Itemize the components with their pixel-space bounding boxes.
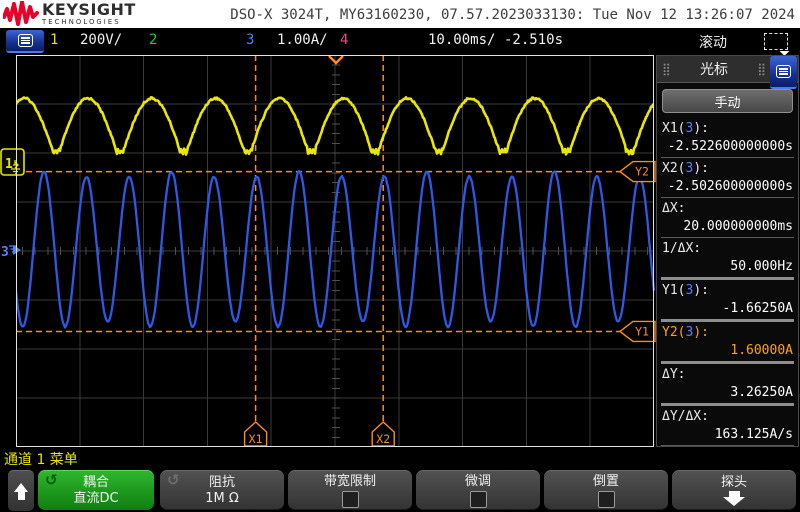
panel-menu-button[interactable] xyxy=(770,56,797,89)
panel-title: 光标 xyxy=(700,62,728,78)
menu-back-button[interactable] xyxy=(8,470,34,511)
bw-limit-checkbox[interactable] xyxy=(341,490,359,508)
brand-text: KEYSIGHT TECHNOLOGIES xyxy=(42,2,136,26)
y2-cursor-tag-label: Y2 xyxy=(635,165,649,179)
brand-sub: TECHNOLOGIES xyxy=(42,18,121,26)
acquisition-mode: 滚动 xyxy=(699,35,727,51)
list-menu-icon xyxy=(776,65,791,78)
fine-adjust-softkey[interactable]: 微调 xyxy=(416,470,540,510)
rotate-select-icon: ↺ xyxy=(167,471,180,489)
cursor-field-dy: ΔY: 3.26250A xyxy=(657,365,798,406)
impedance-softkey[interactable]: ↺ 阻抗 1M Ω xyxy=(160,470,284,510)
dy-dx-value: 163.125A/s xyxy=(714,427,793,442)
keysight-logo-icon xyxy=(3,1,39,26)
channel-bar: 1 200V/ 2 3 1.00A/ 4 10.00ms/ -2.510s 滚动 xyxy=(0,28,800,56)
fine-adjust-checkbox[interactable] xyxy=(469,490,487,508)
ch1-ground-marker[interactable]: 1 xyxy=(0,148,25,176)
y2-value: 1.60000A xyxy=(730,343,793,358)
instrument-status-line: DSO-X 3024T, MY63160230, 07.57.202303313… xyxy=(230,7,795,23)
ch3-number[interactable]: 3 xyxy=(246,32,254,48)
y1-cursor-tag-label: Y1 xyxy=(635,324,649,338)
softkey-menu: 通道 1 菜单 ↺ 耦合 直流DC ↺ 阻抗 1M Ω 带宽限制 微调 倒置 探 xyxy=(0,447,800,512)
svg-text:3: 3 xyxy=(1,245,9,260)
list-menu-icon xyxy=(17,34,33,47)
cursor-field-x2: X2(3): -2.502600000000s xyxy=(657,159,798,198)
menu-title: 通道 1 菜单 xyxy=(4,452,78,468)
ch1-scale[interactable]: 200V/ xyxy=(80,32,122,48)
down-arrow-icon xyxy=(723,491,745,506)
x1-cursor-tag-label: X1 xyxy=(249,432,263,446)
rotate-select-icon: ↺ xyxy=(45,471,58,489)
ch3-scale[interactable]: 1.00A/ xyxy=(277,32,328,48)
titlebar: KEYSIGHT TECHNOLOGIES DSO-X 3024T, MY631… xyxy=(0,0,800,28)
cursor-panel: ⣿ 光标 ⣿ 手动 X1(3): -2.522600000000s X2(3):… xyxy=(656,55,799,447)
cursor-field-y1: Y1(3): -1.66250A xyxy=(657,281,798,322)
up-arrow-icon xyxy=(14,482,28,492)
x2-value: -2.502600000000s xyxy=(667,179,793,194)
bw-limit-softkey[interactable]: 带宽限制 xyxy=(288,470,412,510)
drag-handle-left[interactable]: ⣿ xyxy=(657,62,676,76)
cursor-field-x1: X1(3): -2.522600000000s xyxy=(657,119,798,158)
cursor-mode-button[interactable]: 手动 xyxy=(662,89,793,113)
ch4-number[interactable]: 4 xyxy=(340,32,348,48)
coupling-softkey[interactable]: ↺ 耦合 直流DC xyxy=(38,470,154,510)
cursor-field-dx: ΔX: 20.000000000ms xyxy=(657,199,798,238)
x2-cursor-tag-label: X2 xyxy=(376,432,390,446)
oscilloscope-screen: KEYSIGHT TECHNOLOGIES DSO-X 3024T, MY631… xyxy=(0,0,800,512)
main-menu-button[interactable] xyxy=(6,30,44,53)
y1-value: -1.66250A xyxy=(722,301,793,316)
scope-display: X1 X2 Y2 Y1 1 3 xyxy=(0,55,656,447)
delay-setting[interactable]: -2.510s xyxy=(504,32,563,48)
dy-value: 3.26250A xyxy=(730,385,793,400)
inv-dx-value: 50.000Hz xyxy=(730,259,793,274)
invert-checkbox[interactable] xyxy=(597,490,615,508)
x1-value: -2.522600000000s xyxy=(667,139,793,154)
dx-value: 20.000000000ms xyxy=(683,219,793,234)
ch2-number[interactable]: 2 xyxy=(149,32,157,48)
cursor-field-inv-dx: 1/ΔX: 50.000Hz xyxy=(657,239,798,280)
region-select-icon[interactable] xyxy=(764,33,790,56)
svg-text:1: 1 xyxy=(5,157,13,172)
ch1-number[interactable]: 1 xyxy=(50,32,58,48)
brand-name: KEYSIGHT xyxy=(42,0,136,19)
timebase-setting[interactable]: 10.00ms/ xyxy=(428,32,495,48)
probe-softkey[interactable]: 探头 xyxy=(672,470,796,510)
cursor-field-y2: Y2(3): 1.60000A xyxy=(657,323,798,364)
invert-softkey[interactable]: 倒置 xyxy=(544,470,668,510)
cursor-field-dy-dx: ΔY/ΔX: 163.125A/s xyxy=(657,407,798,446)
